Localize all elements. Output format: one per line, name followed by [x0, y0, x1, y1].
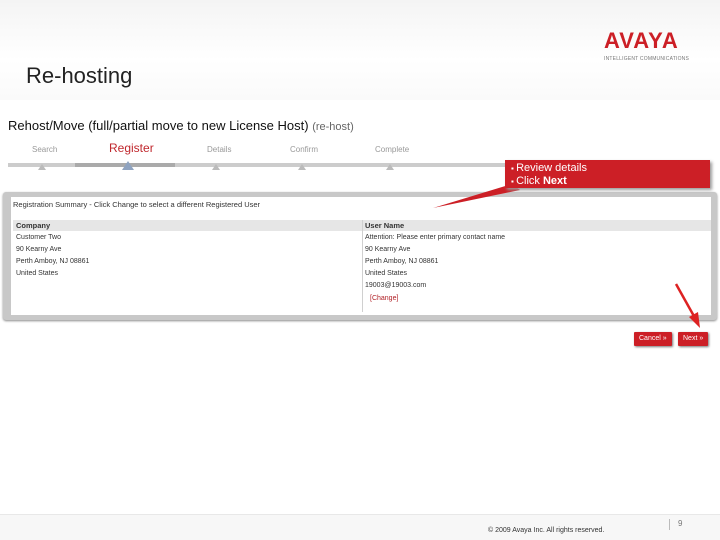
copyright-text: © 2009 Avaya Inc. All rights reserved.: [488, 527, 605, 534]
next-arrow-icon: [674, 283, 697, 319]
annotation-arrows: [433, 184, 700, 328]
callout-item-review: Review details: [511, 162, 710, 175]
footer-separator: [669, 519, 670, 530]
callout-item-click: Click Next: [511, 175, 710, 188]
instruction-callout: Review details Click Next: [505, 160, 710, 188]
callout-next-word: Next: [542, 175, 567, 187]
arrowhead-icon: [689, 312, 700, 328]
slide-footer: [0, 515, 720, 540]
page-number: 9: [678, 519, 683, 528]
